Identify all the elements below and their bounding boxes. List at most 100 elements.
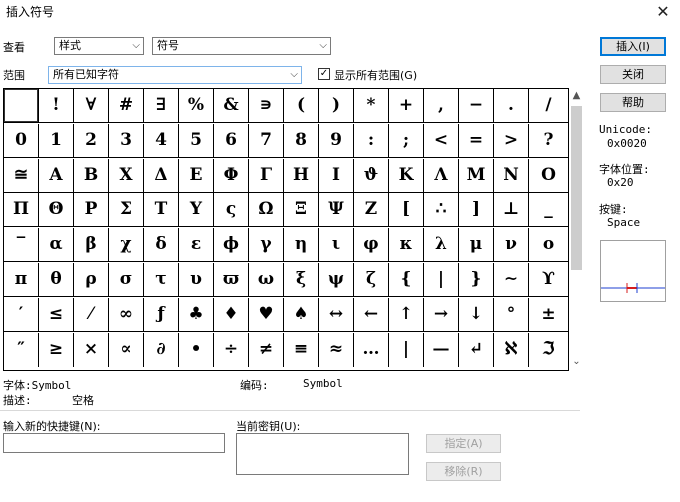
symbol-cell[interactable]: , bbox=[424, 89, 459, 123]
symbol-cell[interactable]: : bbox=[354, 123, 389, 158]
symbol-cell[interactable]: 0 bbox=[4, 123, 39, 158]
symbol-cell[interactable]: ρ bbox=[74, 263, 109, 297]
symbol-cell[interactable]: [ bbox=[389, 193, 424, 228]
symbol-cell[interactable]: ° bbox=[494, 297, 529, 332]
symbol-cell[interactable]: ƒ bbox=[144, 297, 179, 332]
symbol-cell[interactable]: Σ bbox=[109, 193, 144, 228]
symbol-cell[interactable]: + bbox=[389, 89, 424, 123]
symbol-cell[interactable]: Ψ bbox=[319, 193, 354, 228]
symbol-cell[interactable]: Φ bbox=[214, 158, 249, 193]
symbol-cell[interactable]: ↓ bbox=[459, 297, 494, 332]
symbol-cell[interactable]: ↔ bbox=[319, 297, 354, 332]
symbol-cell[interactable]: ∂ bbox=[144, 332, 179, 367]
symbol-cell[interactable]: ϖ bbox=[214, 263, 249, 297]
close-button[interactable]: 关闭 bbox=[600, 65, 666, 84]
symbol-cell[interactable]: ο bbox=[529, 228, 568, 263]
symbol-cell[interactable]: ? bbox=[529, 124, 568, 158]
symbol-cell[interactable]: ϑ bbox=[354, 158, 389, 193]
symbol-cell[interactable]: ≅ bbox=[4, 158, 39, 193]
symbol-cell[interactable]: Η bbox=[284, 158, 319, 193]
symbol-cell[interactable]: ζ bbox=[354, 263, 389, 297]
symbol-cell[interactable]: % bbox=[179, 89, 214, 123]
symbol-cell[interactable]: ∞ bbox=[109, 297, 144, 332]
symbol-cell[interactable]: ♦ bbox=[214, 297, 249, 332]
symbol-cell[interactable]: _ bbox=[529, 193, 568, 228]
symbol-cell[interactable]: × bbox=[74, 332, 109, 367]
insert-button[interactable]: 插入(I) bbox=[600, 37, 666, 56]
symbol-cell[interactable]: 8 bbox=[284, 123, 319, 158]
symbol-cell[interactable]: 5 bbox=[179, 123, 214, 158]
symbol-cell[interactable]: • bbox=[179, 332, 214, 367]
grid-scrollbar[interactable]: ▲ ⌄ bbox=[569, 88, 584, 371]
symbol-cell[interactable]: χ bbox=[109, 228, 144, 263]
symbol-cell[interactable]: ≠ bbox=[249, 332, 284, 367]
symbol-cell[interactable]: ς bbox=[214, 193, 249, 228]
symbol-cell[interactable]: δ bbox=[144, 228, 179, 263]
symbol-cell[interactable]: ∴ bbox=[424, 193, 459, 228]
symbol-cell[interactable]: − bbox=[459, 89, 494, 123]
symbol-cell[interactable]: ℑ bbox=[529, 333, 568, 367]
symbol-cell[interactable]: ⊥ bbox=[494, 193, 529, 228]
symbol-cell[interactable]: < bbox=[424, 123, 459, 158]
range-select[interactable]: 所有已知字符 ⌵ bbox=[48, 66, 302, 84]
symbol-cell[interactable]: ⁄ bbox=[74, 297, 109, 332]
show-all-checkbox[interactable]: ✓ bbox=[318, 68, 330, 80]
symbol-cell[interactable]: κ bbox=[389, 228, 424, 263]
symbol-cell[interactable]: ) bbox=[319, 89, 354, 123]
view-select[interactable]: 样式 ⌵ bbox=[54, 37, 144, 55]
symbol-cell[interactable] bbox=[4, 89, 39, 123]
symbol-cell[interactable]: Ζ bbox=[354, 193, 389, 228]
symbol-cell[interactable]: ‾ bbox=[4, 228, 39, 263]
symbol-cell[interactable]: ♣ bbox=[179, 297, 214, 332]
symbol-cell[interactable]: Υ bbox=[179, 193, 214, 228]
symbol-cell[interactable]: / bbox=[529, 89, 568, 123]
symbol-cell[interactable]: 4 bbox=[144, 123, 179, 158]
symbol-cell[interactable]: 9 bbox=[319, 123, 354, 158]
symbol-cell[interactable]: ± bbox=[529, 298, 568, 332]
symbol-cell[interactable]: ∃ bbox=[144, 89, 179, 123]
symbol-cell[interactable]: π bbox=[4, 263, 39, 297]
symbol-cell[interactable]: Ω bbox=[249, 193, 284, 228]
remove-button[interactable]: 移除(R) bbox=[426, 462, 501, 481]
symbol-cell[interactable]: 6 bbox=[214, 123, 249, 158]
scroll-down-icon[interactable]: ⌄ bbox=[569, 354, 584, 369]
symbol-cell[interactable]: Χ bbox=[109, 158, 144, 193]
symbol-cell[interactable]: Τ bbox=[144, 193, 179, 228]
symbol-cell[interactable]: υ bbox=[179, 263, 214, 297]
symbol-cell[interactable]: λ bbox=[424, 228, 459, 263]
symbol-cell[interactable]: 2 bbox=[74, 123, 109, 158]
symbol-cell[interactable]: ≈ bbox=[319, 332, 354, 367]
symbol-cell[interactable]: ! bbox=[39, 89, 74, 123]
symbol-cell[interactable]: ϕ bbox=[214, 228, 249, 263]
symbol-cell[interactable]: ] bbox=[459, 193, 494, 228]
symbol-cell[interactable]: ℵ bbox=[494, 332, 529, 367]
symbol-cell[interactable]: { bbox=[389, 263, 424, 297]
symbol-cell[interactable]: τ bbox=[144, 263, 179, 297]
symbol-cell[interactable]: ∀ bbox=[74, 89, 109, 123]
close-icon[interactable]: ✕ bbox=[650, 0, 676, 24]
symbol-cell[interactable]: # bbox=[109, 89, 144, 123]
symbol-cell[interactable]: ↵ bbox=[459, 332, 494, 367]
symbol-cell[interactable]: Ε bbox=[179, 158, 214, 193]
symbol-cell[interactable]: ′ bbox=[4, 297, 39, 332]
symbol-cell[interactable]: β bbox=[74, 228, 109, 263]
symbol-cell[interactable]: ν bbox=[494, 228, 529, 263]
symbol-cell[interactable]: = bbox=[459, 123, 494, 158]
symbol-cell[interactable]: — bbox=[424, 332, 459, 367]
symbol-cell[interactable]: ♥ bbox=[249, 297, 284, 332]
symbol-cell[interactable]: ÷ bbox=[214, 332, 249, 367]
symbol-cell[interactable]: ≥ bbox=[39, 332, 74, 367]
symbol-cell[interactable]: ♠ bbox=[284, 297, 319, 332]
symbol-cell[interactable]: ≡ bbox=[284, 332, 319, 367]
symbol-cell[interactable]: Δ bbox=[144, 158, 179, 193]
symbol-cell[interactable]: 1 bbox=[39, 123, 74, 158]
symbol-cell[interactable]: γ bbox=[249, 228, 284, 263]
symbol-cell[interactable]: Ο bbox=[529, 159, 568, 193]
symbol-cell[interactable]: 3 bbox=[109, 123, 144, 158]
symbol-cell[interactable]: & bbox=[214, 89, 249, 123]
font-select[interactable]: 符号 ⌵ bbox=[152, 37, 331, 55]
symbol-cell[interactable]: ψ bbox=[319, 263, 354, 297]
symbol-cell[interactable]: | bbox=[424, 263, 459, 297]
symbol-cell[interactable]: Θ bbox=[39, 193, 74, 228]
symbol-cell[interactable]: ; bbox=[389, 123, 424, 158]
